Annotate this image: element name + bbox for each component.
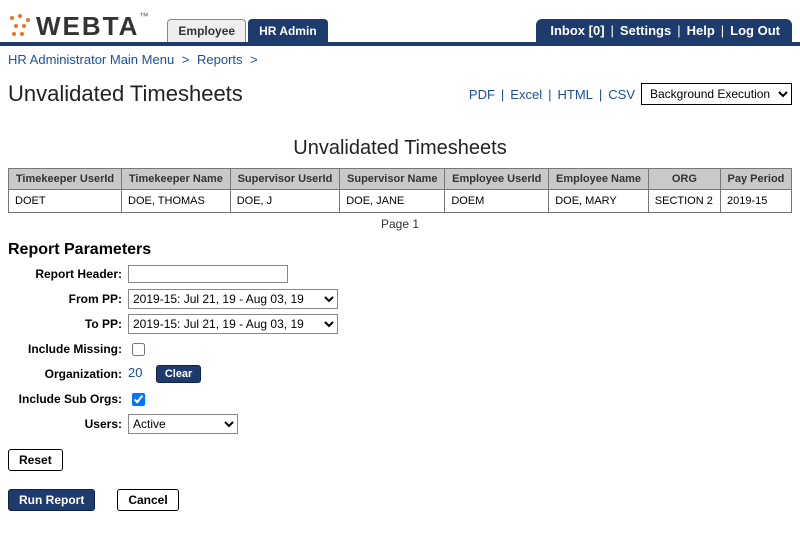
label-organization: Organization: bbox=[8, 367, 128, 381]
label-from-pp: From PP: bbox=[8, 292, 128, 306]
label-to-pp: To PP: bbox=[8, 317, 128, 331]
cell-emp-name: DOE, MARY bbox=[549, 190, 649, 213]
export-excel-link[interactable]: Excel bbox=[510, 87, 542, 102]
cell-pp: 2019-15 bbox=[720, 190, 791, 213]
section-title: Unvalidated Timesheets bbox=[0, 137, 800, 160]
page-title: Unvalidated Timesheets bbox=[8, 81, 243, 107]
to-pp-select[interactable]: 2019-15: Jul 21, 19 - Aug 03, 19 bbox=[128, 314, 338, 334]
col-tk-name: Timekeeper Name bbox=[122, 169, 231, 190]
export-row: PDF| Excel| HTML| CSV Background Executi… bbox=[469, 83, 792, 105]
page-head: Unvalidated Timesheets PDF| Excel| HTML|… bbox=[0, 71, 800, 109]
col-pp: Pay Period bbox=[720, 169, 791, 190]
export-html-link[interactable]: HTML bbox=[557, 87, 592, 102]
users-select[interactable]: Active bbox=[128, 414, 238, 434]
from-pp-select[interactable]: 2019-15: Jul 21, 19 - Aug 03, 19 bbox=[128, 289, 338, 309]
cell-emp-userid: DOEM bbox=[445, 190, 549, 213]
table-header-row: Timekeeper UserId Timekeeper Name Superv… bbox=[9, 169, 792, 190]
logout-link[interactable]: Log Out bbox=[730, 23, 780, 38]
tab-hr-admin[interactable]: HR Admin bbox=[248, 19, 328, 42]
pager: Page 1 bbox=[0, 217, 800, 231]
utility-nav: Inbox [0]| Settings| Help| Log Out bbox=[536, 19, 792, 42]
export-csv-link[interactable]: CSV bbox=[608, 87, 635, 102]
col-org: ORG bbox=[648, 169, 720, 190]
inbox-link[interactable]: Inbox [0] bbox=[550, 23, 604, 38]
logo-text: WEBTA™ bbox=[36, 11, 149, 42]
organization-link[interactable]: 20 bbox=[128, 365, 142, 380]
background-execution-select[interactable]: Background Execution bbox=[641, 83, 792, 105]
cell-sup-name: DOE, JANE bbox=[340, 190, 445, 213]
cancel-button[interactable]: Cancel bbox=[117, 489, 178, 511]
results-table: Timekeeper UserId Timekeeper Name Superv… bbox=[8, 168, 792, 213]
col-tk-userid: Timekeeper UserId bbox=[9, 169, 122, 190]
chevron-right-icon: > bbox=[246, 52, 262, 67]
help-link[interactable]: Help bbox=[687, 23, 715, 38]
table-row: DOET DOE, THOMAS DOE, J DOE, JANE DOEM D… bbox=[9, 190, 792, 213]
include-suborgs-checkbox[interactable] bbox=[132, 393, 145, 406]
label-report-header: Report Header: bbox=[8, 267, 128, 281]
col-emp-name: Employee Name bbox=[549, 169, 649, 190]
cell-sup-userid: DOE, J bbox=[230, 190, 339, 213]
col-sup-userid: Supervisor UserId bbox=[230, 169, 339, 190]
breadcrumb: HR Administrator Main Menu > Reports > bbox=[0, 46, 800, 71]
report-parameters-heading: Report Parameters bbox=[8, 241, 792, 259]
tab-employee[interactable]: Employee bbox=[167, 19, 246, 42]
col-emp-userid: Employee UserId bbox=[445, 169, 549, 190]
run-report-button[interactable]: Run Report bbox=[8, 489, 95, 511]
report-header-input[interactable] bbox=[128, 265, 288, 283]
export-pdf-link[interactable]: PDF bbox=[469, 87, 495, 102]
report-parameters: Report Header: From PP: 2019-15: Jul 21,… bbox=[8, 263, 792, 435]
breadcrumb-root[interactable]: HR Administrator Main Menu bbox=[8, 52, 174, 67]
cell-tk-name: DOE, THOMAS bbox=[122, 190, 231, 213]
breadcrumb-reports[interactable]: Reports bbox=[197, 52, 243, 67]
label-include-suborgs: Include Sub Orgs: bbox=[8, 392, 128, 406]
col-sup-name: Supervisor Name bbox=[340, 169, 445, 190]
logo-area: WEBTA™ Employee HR Admin bbox=[8, 11, 328, 42]
cell-tk-userid: DOET bbox=[9, 190, 122, 213]
label-users: Users: bbox=[8, 417, 128, 431]
label-include-missing: Include Missing: bbox=[8, 342, 128, 356]
include-missing-checkbox[interactable] bbox=[132, 343, 145, 356]
action-row: Run Report Cancel bbox=[8, 489, 792, 511]
role-tabs: Employee HR Admin bbox=[167, 19, 327, 42]
logo-dots-icon bbox=[8, 14, 34, 40]
cell-org: SECTION 2 bbox=[648, 190, 720, 213]
settings-link[interactable]: Settings bbox=[620, 23, 671, 38]
clear-org-button[interactable]: Clear bbox=[156, 365, 202, 383]
topbar: WEBTA™ Employee HR Admin Inbox [0]| Sett… bbox=[0, 0, 800, 46]
reset-button[interactable]: Reset bbox=[8, 449, 63, 471]
chevron-right-icon: > bbox=[178, 52, 194, 67]
